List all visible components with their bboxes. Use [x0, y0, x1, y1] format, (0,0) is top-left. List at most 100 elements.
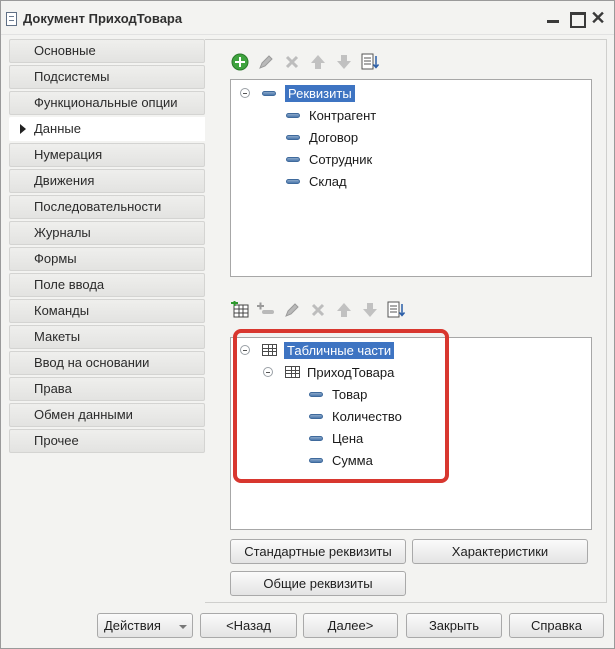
nav-item-label: Нумерация — [34, 147, 103, 162]
tabular-sections-tree[interactable]: Табличные части ПриходТовара Товар Колич… — [230, 337, 592, 530]
sort-list-icon[interactable] — [361, 53, 379, 71]
nav-item[interactable]: Журналы — [9, 221, 205, 245]
nav-item-label: Макеты — [34, 329, 81, 344]
sections-nav: Основные Подсистемы Функциональные опции Да… — [9, 39, 207, 455]
nav-item[interactable]: Обмен данными — [9, 403, 205, 427]
nav-item[interactable]: Прочее — [9, 429, 205, 453]
nav-item-label: Команды — [34, 303, 90, 318]
nav-item[interactable]: Ввод на основании — [9, 351, 205, 375]
data-panel: Реквизиты Контрагент Договор Сотрудник С… — [205, 39, 607, 603]
attribute-icon — [309, 413, 323, 419]
column-label: Цена — [332, 430, 364, 446]
edit-pencil-icon[interactable] — [283, 301, 301, 319]
minimize-button[interactable] — [544, 9, 562, 27]
attribute-label: Договор — [309, 129, 359, 145]
close-button[interactable]: Закрыть — [406, 613, 502, 638]
tree-row-attributes-root[interactable]: Реквизиты — [240, 83, 355, 103]
nav-item-label: Ввод на основании — [34, 355, 150, 370]
designer-window: Документ ПриходТовара ✕ Основные Подсисте… — [0, 0, 615, 649]
nav-item-label: Прочее — [34, 433, 79, 448]
tabular-toolbar — [231, 299, 413, 321]
close-window-button[interactable]: ✕ — [589, 9, 607, 27]
attribute-icon — [286, 178, 300, 184]
next-button[interactable]: Далее> — [303, 613, 398, 638]
edit-pencil-icon[interactable] — [257, 53, 275, 71]
nav-item[interactable]: Последовательности — [9, 195, 205, 219]
tree-row-attribute[interactable]: Сотрудник — [286, 149, 372, 169]
move-up-icon[interactable] — [335, 301, 353, 319]
document-icon — [6, 12, 17, 26]
attribute-icon — [286, 156, 300, 162]
attribute-icon — [309, 457, 323, 463]
window-title: Документ ПриходТовара — [23, 11, 183, 26]
nav-item-label: Последовательности — [34, 199, 162, 214]
add-attribute-icon[interactable] — [257, 301, 275, 319]
collapse-icon[interactable] — [240, 88, 250, 98]
tree-row-column[interactable]: Сумма — [309, 450, 373, 470]
common-attributes-button[interactable]: Общие реквизиты — [230, 571, 406, 596]
nav-item[interactable]: Движения — [9, 169, 205, 193]
column-label: Количество — [332, 408, 402, 424]
move-up-icon[interactable] — [309, 53, 327, 71]
add-icon[interactable] — [231, 53, 249, 71]
attribute-icon — [309, 391, 323, 397]
nav-item[interactable]: Поле ввода — [9, 273, 205, 297]
attributes-tree[interactable]: Реквизиты Контрагент Договор Сотрудник С… — [230, 79, 592, 277]
tree-row-attribute[interactable]: Договор — [286, 127, 358, 147]
column-label: Товар — [332, 386, 368, 402]
attribute-icon — [262, 90, 276, 96]
tree-row-attribute[interactable]: Склад — [286, 171, 347, 191]
tree-row-column[interactable]: Товар — [309, 384, 367, 404]
characteristics-button[interactable]: Характеристики — [412, 539, 588, 564]
collapse-icon[interactable] — [263, 367, 273, 377]
tree-row-tabular-root[interactable]: Табличные части — [240, 340, 395, 360]
tree-row-table[interactable]: ПриходТовара — [263, 362, 394, 382]
nav-item[interactable]: Команды — [9, 299, 205, 323]
nav-item-label: Журналы — [34, 225, 91, 240]
tree-root-label: Табличные части — [284, 341, 395, 359]
add-table-icon[interactable] — [231, 301, 249, 319]
attribute-icon — [286, 112, 300, 118]
tree-row-attribute[interactable]: Контрагент — [286, 105, 376, 125]
attribute-label: Контрагент — [309, 107, 377, 123]
nav-item-label: Права — [34, 381, 72, 396]
column-label: Сумма — [332, 452, 373, 468]
standard-attributes-button[interactable]: Стандартные реквизиты — [230, 539, 406, 564]
current-section-arrow-icon — [20, 124, 26, 134]
move-down-icon[interactable] — [361, 301, 379, 319]
table-label: ПриходТовара — [307, 364, 395, 380]
attribute-label: Сотрудник — [309, 151, 373, 167]
nav-item[interactable]: Права — [9, 377, 205, 401]
tree-row-column[interactable]: Цена — [309, 428, 363, 448]
move-down-icon[interactable] — [335, 53, 353, 71]
table-icon — [262, 344, 277, 356]
nav-item[interactable]: Данные — [9, 117, 207, 141]
nav-item[interactable]: Подсистемы — [9, 65, 205, 89]
nav-item-label: Данные — [34, 121, 81, 136]
back-button[interactable]: <Назад — [200, 613, 297, 638]
nav-item-label: Поле ввода — [34, 277, 105, 292]
attributes-toolbar — [231, 51, 387, 73]
collapse-icon[interactable] — [240, 345, 250, 355]
delete-icon[interactable] — [309, 301, 327, 319]
table-icon — [285, 366, 300, 378]
title-bar: Документ ПриходТовара ✕ — [1, 1, 614, 35]
tree-row-column[interactable]: Количество — [309, 406, 402, 426]
sort-list-icon[interactable] — [387, 301, 405, 319]
nav-item[interactable]: Макеты — [9, 325, 205, 349]
nav-item-label: Основные — [34, 43, 96, 58]
chevron-down-icon — [179, 625, 187, 629]
nav-item-label: Обмен данными — [34, 407, 133, 422]
attribute-label: Склад — [309, 173, 347, 189]
help-button[interactable]: Справка — [509, 613, 604, 638]
nav-item[interactable]: Формы — [9, 247, 205, 271]
maximize-button[interactable] — [567, 9, 586, 28]
nav-item[interactable]: Функциональные опции — [9, 91, 205, 115]
delete-icon[interactable] — [283, 53, 301, 71]
nav-item-label: Движения — [34, 173, 95, 188]
nav-item[interactable]: Основные — [9, 39, 205, 63]
actions-dropdown[interactable]: Действия — [97, 613, 193, 638]
nav-item[interactable]: Нумерация — [9, 143, 205, 167]
attribute-icon — [309, 435, 323, 441]
nav-item-label: Функциональные опции — [34, 95, 178, 110]
